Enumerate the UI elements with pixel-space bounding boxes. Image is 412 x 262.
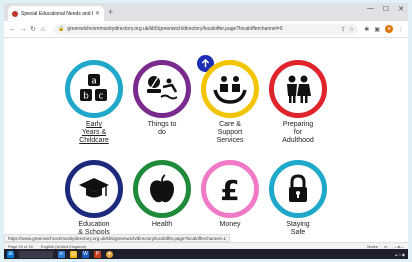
abc-blocks-icon: a b c — [80, 74, 107, 102]
word-icon[interactable]: W — [82, 250, 89, 258]
url-text: greenwichcommunitydirectory.org.uk/kb5/g… — [67, 26, 283, 32]
padlock-icon — [289, 174, 307, 202]
language[interactable]: English (United Kingdom) — [41, 244, 86, 249]
category-money[interactable]: £ Money — [195, 160, 265, 229]
category-ring — [133, 60, 191, 118]
category-ring — [133, 160, 191, 218]
category-ring — [269, 60, 327, 118]
category-label: Care & Support Services — [216, 121, 244, 144]
category-education[interactable]: Education & Schools — [59, 160, 129, 237]
close-icon[interactable]: ✕ — [95, 10, 100, 17]
maximize-icon[interactable]: ☐ — [383, 5, 389, 13]
notes-button[interactable]: Notes — [367, 244, 377, 249]
category-label: Staying Safe — [286, 221, 310, 236]
category-ring: a b c — [65, 60, 123, 118]
back-icon[interactable]: ← — [8, 26, 18, 33]
category-label: Health — [151, 221, 173, 228]
category-things-to-do[interactable]: Things to do — [127, 60, 197, 137]
extensions-icon[interactable]: ✱ — [364, 26, 369, 33]
page-count: Page 15 of 16 — [8, 243, 33, 249]
lock-icon[interactable]: 🔒 — [58, 26, 64, 32]
taskbar-search[interactable] — [19, 250, 53, 258]
pound-icon: £ — [220, 174, 239, 206]
page-content: a b c Early Years & Childcare Things to … — [4, 38, 408, 238]
browser-toolbar: ← → ↻ ⌂ 🔒 greenwichcommunitydirectory.or… — [4, 21, 408, 38]
reload-icon[interactable]: ↻ — [28, 25, 38, 33]
window-controls: — ☐ ✕ — [367, 5, 404, 13]
menu-icon[interactable]: ⋮ — [398, 26, 404, 33]
browser-window: Special Educational Needs and Dis… ✕ + —… — [4, 3, 408, 259]
category-label: Preparing for Adulthood — [282, 121, 314, 144]
profile-avatar[interactable]: ● — [385, 25, 393, 33]
people-icon — [287, 75, 311, 103]
link-status-url: https://www.greenwichcommunitydirectory.… — [4, 234, 230, 242]
tab-active[interactable]: Special Educational Needs and Dis… ✕ — [8, 6, 104, 21]
svg-text:b: b — [83, 92, 89, 102]
category-label: Things to do — [147, 121, 177, 136]
view-icon[interactable]: ▭ — [384, 244, 388, 249]
svg-text:c: c — [99, 92, 104, 102]
category-early-years[interactable]: a b c Early Years & Childcare — [59, 60, 129, 145]
category-label: Money — [219, 221, 241, 228]
svg-text:£: £ — [220, 174, 239, 206]
category-health[interactable]: Health — [127, 160, 197, 229]
file-explorer-icon[interactable]: ▤ — [70, 250, 77, 258]
category-ring — [65, 160, 123, 218]
home-icon[interactable]: ⌂ — [38, 26, 48, 33]
apple-icon — [150, 174, 174, 203]
sidebar-icon[interactable]: ▣ — [374, 26, 380, 33]
category-care-support[interactable]: Care & Support Services — [195, 60, 265, 145]
care-hands-icon — [213, 76, 247, 104]
chrome-icon[interactable]: ● — [106, 250, 113, 258]
category-label[interactable]: Early Years & Childcare — [59, 121, 129, 145]
bookmark-star-icon[interactable]: ☆ — [349, 26, 354, 33]
tab-strip: Special Educational Needs and Dis… ✕ + —… — [4, 3, 408, 21]
taskbar: ⊞ e ▤ W P ● ▴ ⌂ ◆ — [4, 249, 408, 259]
new-tab-button[interactable]: + — [108, 7, 113, 17]
zoom-slider[interactable]: —●— — [394, 244, 404, 249]
system-tray[interactable]: ▴ ⌂ ◆ — [395, 252, 405, 257]
svg-text:a: a — [91, 77, 97, 87]
minimize-icon[interactable]: — — [367, 5, 374, 13]
forward-icon[interactable]: → — [18, 26, 28, 33]
category-ring: £ — [201, 160, 259, 218]
powerpoint-icon[interactable]: P — [94, 250, 101, 258]
activities-icon — [147, 76, 178, 100]
tab-title: Special Educational Needs and Dis… — [21, 10, 93, 17]
category-staying-safe[interactable]: Staying Safe — [263, 160, 333, 237]
address-bar[interactable]: 🔒 greenwichcommunitydirectory.org.uk/kb5… — [54, 23, 359, 35]
document-status-bar: Page 15 of 16 English (United Kingdom) N… — [4, 242, 408, 249]
graduation-cap-icon — [79, 178, 109, 198]
edge-icon[interactable]: e — [58, 250, 65, 258]
share-icon[interactable]: ⇪ — [341, 26, 346, 33]
close-window-icon[interactable]: ✕ — [398, 5, 404, 13]
category-ring — [201, 60, 259, 118]
windows-start-icon[interactable]: ⊞ — [7, 250, 14, 258]
category-adulthood[interactable]: Preparing for Adulthood — [263, 60, 333, 145]
category-ring — [269, 160, 327, 218]
favicon-icon — [12, 10, 18, 17]
